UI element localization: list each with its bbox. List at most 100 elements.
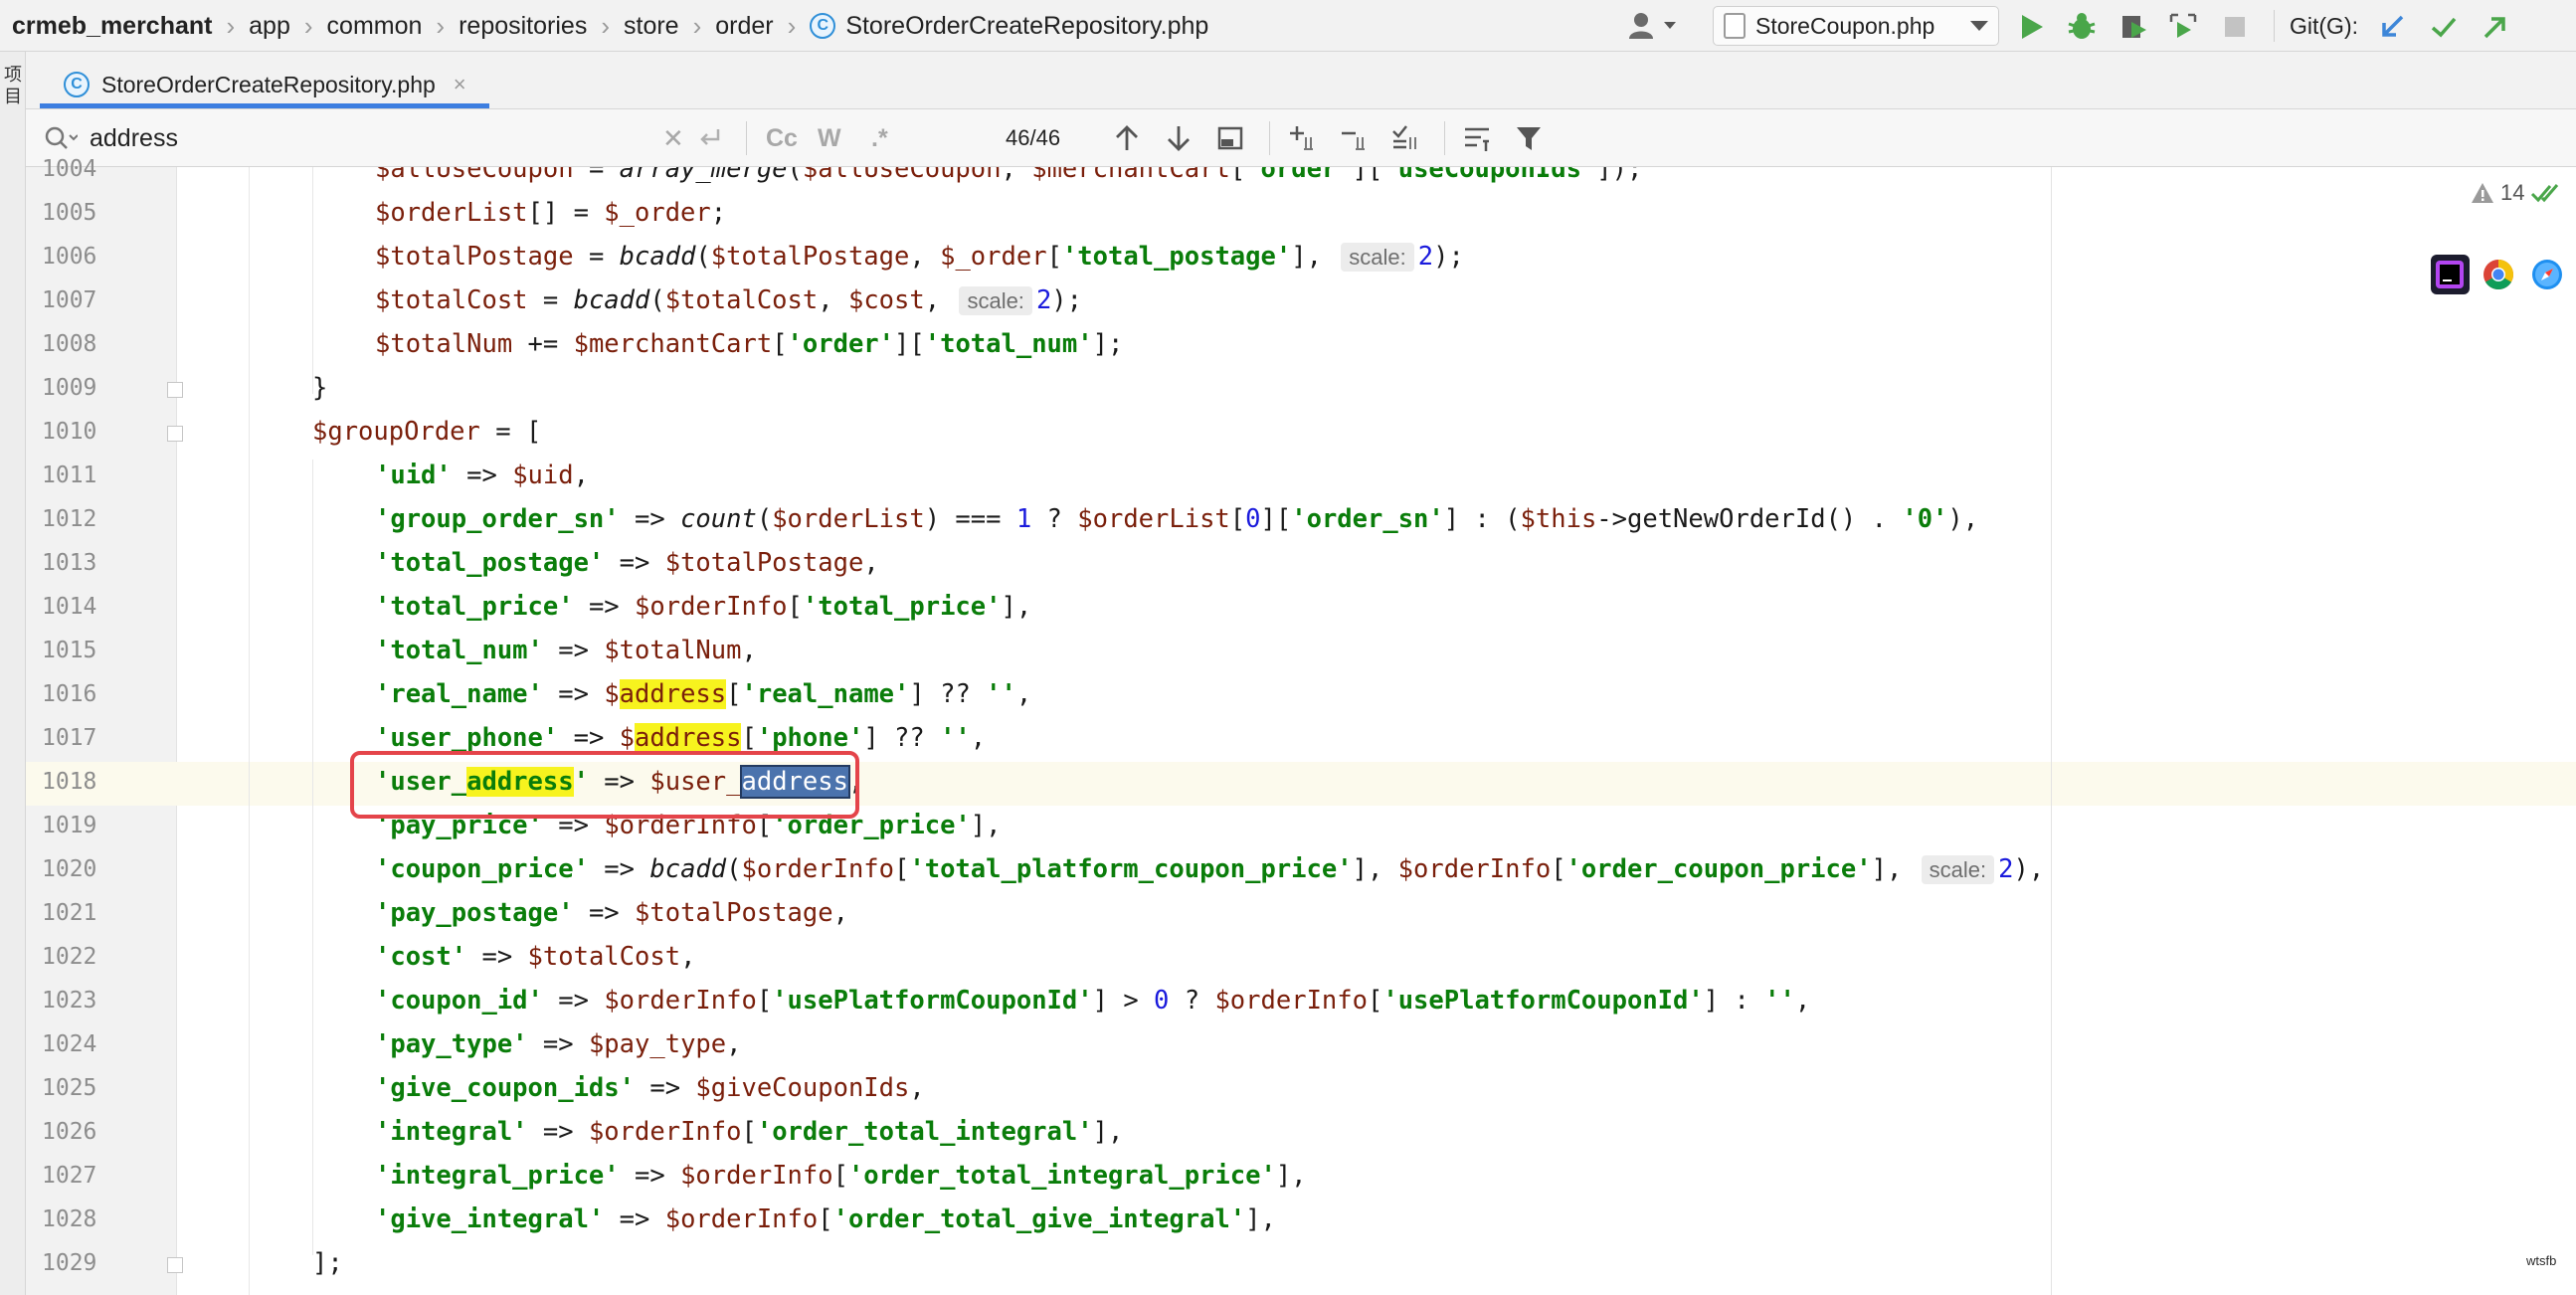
breadcrumb: crmeb_merchant › app › common › reposito… xyxy=(12,0,1208,52)
run-configuration-select[interactable]: StoreCoupon.php xyxy=(1713,6,1999,46)
whole-word-toggle[interactable]: W xyxy=(818,109,841,167)
tab-store-order-create-repository[interactable]: C StoreOrderCreateRepository.php × xyxy=(50,60,480,109)
code-token: '0' xyxy=(1902,504,1948,534)
code-token: 'phone' xyxy=(756,723,864,753)
code-token: ? xyxy=(1169,986,1215,1016)
code-token: 'total_price' xyxy=(802,592,1002,622)
code-token: [ xyxy=(741,723,757,753)
breadcrumb-item-store[interactable]: store xyxy=(624,12,679,41)
code-token: ( xyxy=(787,167,803,184)
code-token: $ xyxy=(604,679,620,709)
git-push-button[interactable] xyxy=(2481,12,2510,42)
code-token: '' xyxy=(1764,986,1795,1016)
code-token: ( xyxy=(649,285,665,315)
code-token: ][ xyxy=(1260,504,1292,534)
code-token: [] = xyxy=(527,198,605,228)
code-token: 'usePlatformCouponId' xyxy=(772,986,1093,1016)
safari-icon[interactable] xyxy=(2527,255,2566,294)
code-token: $merchantCart xyxy=(573,329,773,359)
code-token: [ xyxy=(818,1204,833,1234)
filter-search-results-button[interactable] xyxy=(1462,123,1492,153)
code-token: => xyxy=(558,723,620,753)
code-token: } xyxy=(312,373,328,403)
code-token: $totalNum xyxy=(375,329,513,359)
breadcrumb-item-common[interactable]: common xyxy=(327,12,423,41)
code-token: 'group_order_sn' xyxy=(375,504,620,534)
code-token: 'order_total_give_integral' xyxy=(832,1204,1246,1234)
code-line: 'integral_price' => $orderInfo['order_to… xyxy=(375,1154,1307,1198)
git-commit-button[interactable] xyxy=(2429,12,2459,42)
regex-toggle[interactable]: .* xyxy=(871,109,888,167)
code-token: 'pay_type' xyxy=(375,1029,528,1059)
code-token: , xyxy=(863,548,879,578)
code-token: 'pay_postage' xyxy=(375,898,574,928)
breadcrumb-item-order[interactable]: order xyxy=(715,12,773,41)
previous-occurrence-button[interactable] xyxy=(1112,123,1142,153)
add-selection-button[interactable] xyxy=(1287,123,1317,153)
coverage-button[interactable] xyxy=(2118,12,2148,42)
inspection-widget[interactable]: 14 xyxy=(2471,175,2560,211)
code-token: => xyxy=(527,1117,589,1147)
code-token: => xyxy=(573,592,636,622)
project-tool-button[interactable]: 项目 xyxy=(2,64,24,107)
code-token: $allUseCoupon xyxy=(802,167,1002,184)
code-token: ] > xyxy=(1092,986,1155,1016)
chrome-icon[interactable] xyxy=(2480,255,2518,294)
code-token: 'coupon_id' xyxy=(375,986,543,1016)
match-case-toggle[interactable]: Cc xyxy=(766,109,798,167)
remove-selection-button[interactable] xyxy=(1339,123,1369,153)
next-occurrence-button[interactable] xyxy=(1164,123,1194,153)
clear-search-button[interactable]: ✕ xyxy=(662,109,684,167)
code-token: => xyxy=(573,898,636,928)
stop-button[interactable] xyxy=(2220,12,2250,42)
code-token: 'order' xyxy=(787,329,895,359)
code-token: count xyxy=(680,504,757,534)
list-filter-icon xyxy=(1465,127,1489,151)
code-token: ], xyxy=(1871,854,1918,884)
code-token: 'total_num' xyxy=(924,329,1093,359)
user-icon xyxy=(1629,13,1653,39)
breadcrumb-item-file[interactable]: C StoreOrderCreateRepository.php xyxy=(810,12,1208,41)
user-menu-button[interactable] xyxy=(1627,10,1685,42)
close-icon[interactable]: × xyxy=(454,72,466,97)
code-token: => xyxy=(588,854,650,884)
code-token: ], xyxy=(1291,242,1338,272)
arrow-down-icon xyxy=(1168,126,1190,151)
breadcrumb-item-project[interactable]: crmeb_merchant xyxy=(12,12,212,41)
show-all-occurrences-button[interactable] xyxy=(1215,123,1245,153)
arrow-down-left-icon xyxy=(2382,15,2404,37)
breadcrumb-item-app[interactable]: app xyxy=(249,12,290,41)
code-line: 'give_coupon_ids' => $giveCouponIds, xyxy=(375,1066,925,1110)
chevron-down-icon xyxy=(1970,21,1988,31)
phpstorm-icon[interactable] xyxy=(2431,255,2470,294)
code-token: , xyxy=(924,285,956,315)
code-token: bcadd xyxy=(573,285,650,315)
select-all-occurrences-button[interactable] xyxy=(1390,123,1420,153)
code-line: 'uid' => $uid, xyxy=(375,454,589,497)
code-token: 'order_sn' xyxy=(1291,504,1444,534)
code-token: [ xyxy=(832,1161,848,1191)
code-token: 'useCouponIds' xyxy=(1382,167,1597,184)
replace-toggle-icon[interactable] xyxy=(694,123,724,153)
profile-button[interactable] xyxy=(2168,12,2198,42)
code-token: ][ xyxy=(1352,167,1383,184)
filter-button[interactable] xyxy=(1514,123,1544,153)
code-line: ]; xyxy=(312,1241,343,1285)
code-token: ], xyxy=(1092,1117,1124,1147)
git-update-button[interactable] xyxy=(2377,12,2407,42)
code-token: $orderInfo xyxy=(664,1204,819,1234)
code-token: 1 xyxy=(1015,504,1032,534)
match-count: 46/46 xyxy=(1006,125,1061,150)
stop-icon xyxy=(2225,17,2245,37)
code-token: $totalPostage xyxy=(664,548,864,578)
breadcrumb-item-repositories[interactable]: repositories xyxy=(459,12,587,41)
parameter-hint: scale: xyxy=(1921,855,1995,884)
code-token: ]; xyxy=(1092,329,1124,359)
code-token: 'total_num' xyxy=(375,636,543,665)
code-token: ( xyxy=(695,242,711,272)
debug-button[interactable] xyxy=(2067,12,2097,42)
breadcrumb-separator: › xyxy=(692,10,702,41)
run-button[interactable] xyxy=(2017,12,2047,42)
code-token: , xyxy=(818,285,848,315)
code-line: $totalPostage = bcadd($totalPostage, $_o… xyxy=(375,235,1464,278)
